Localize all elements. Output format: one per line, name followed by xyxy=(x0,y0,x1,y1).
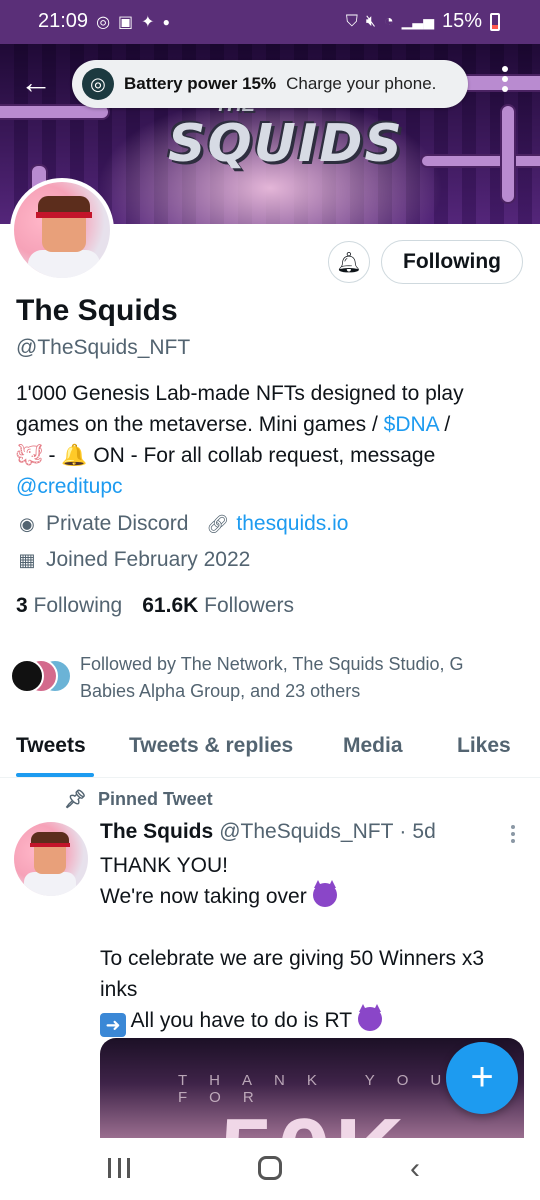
tweet-more-icon[interactable] xyxy=(506,822,520,848)
home-icon[interactable] xyxy=(258,1156,282,1180)
tweet-text: THANK YOU! We're now taking over To cele… xyxy=(100,850,530,1037)
notification-dot-icon: ● xyxy=(162,14,170,29)
profile-location: Private Discord xyxy=(46,512,189,535)
tab-likes[interactable]: Likes xyxy=(457,734,511,758)
bio-line-2: games on the metaverse. Mini games / xyxy=(16,413,384,436)
instagram-icon: ▣ xyxy=(118,13,134,31)
mention-link[interactable]: @creditupc xyxy=(16,475,123,498)
profile-joined: Joined February 2022 xyxy=(46,548,251,571)
profile-tabs: Tweets Tweets & replies Media Likes xyxy=(0,722,540,778)
tab-tweets-replies[interactable]: Tweets & replies xyxy=(129,734,293,758)
pin-icon: 📌︎ xyxy=(64,789,87,809)
devil-emoji-icon xyxy=(312,880,337,907)
twitter-icon: ✦ xyxy=(141,13,155,31)
tweet-line: inks xyxy=(100,978,138,1001)
whatsapp-icon: ◎ xyxy=(96,13,111,31)
battery-saver-icon: ◎ xyxy=(82,68,114,100)
bio-line-1: 1'000 Genesis Lab-made NFTs designed to … xyxy=(16,382,464,405)
calendar-icon: ▦ xyxy=(18,549,36,570)
followed-by-text: Followed by The Network, The Squids Stud… xyxy=(80,654,464,701)
tab-tweets[interactable]: Tweets xyxy=(16,734,86,758)
octopus-icon: 🐙︎ xyxy=(16,444,43,467)
more-options-icon[interactable] xyxy=(490,62,520,102)
tweet-header: The Squids @TheSquids_NFT · 5d xyxy=(100,820,436,844)
followers-you-know-avatars xyxy=(10,659,76,695)
bio-line-3: - 🔔 ON - For all collab request, message xyxy=(42,444,436,467)
battery-percent: 15% xyxy=(441,10,482,32)
mute-icon: 🔇︎ xyxy=(365,12,376,30)
tweet-separator: · xyxy=(399,820,407,843)
back-arrow-icon[interactable]: ← xyxy=(20,64,56,100)
battery-toast: ◎ Battery power 15% Charge your phone. xyxy=(72,60,468,108)
wifi-icon: ◔ xyxy=(383,12,394,30)
system-nav-bar: ‹ xyxy=(0,1138,540,1200)
compose-tweet-button[interactable]: + xyxy=(446,1042,518,1114)
bell-icon: 🔔︎ xyxy=(336,251,362,274)
profile-name: The Squids xyxy=(16,294,178,327)
profile-bio: 1'000 Genesis Lab-made NFTs designed to … xyxy=(16,378,516,502)
profile-joined-row: ▦ Joined February 2022 xyxy=(16,548,250,572)
tweet-line: All you have to do is RT xyxy=(126,1009,358,1032)
profile-website-link[interactable]: thesquids.io xyxy=(236,512,348,536)
tweet-line: We're now taking over xyxy=(100,885,313,908)
tweet-time[interactable]: 5d xyxy=(412,820,435,844)
cashtag-link[interactable]: $DNA xyxy=(384,413,439,436)
media-big-text: 50K xyxy=(220,1098,408,1138)
link-icon: 🔗︎ xyxy=(206,513,230,534)
status-time: 21:09 xyxy=(38,10,89,32)
active-tab-indicator xyxy=(16,773,94,777)
banner-logo: SQUIDS xyxy=(168,114,404,174)
right-arrow-emoji-icon: ➜ xyxy=(100,1013,126,1037)
back-nav-icon[interactable]: ‹ xyxy=(410,1152,420,1186)
tweet-line: THANK YOU! xyxy=(100,854,228,877)
notifications-bell-button[interactable]: 🔔︎ xyxy=(328,241,370,283)
tweet-author-avatar[interactable] xyxy=(14,822,88,896)
signal-icon: ▁▃▅ xyxy=(401,13,434,29)
toast-title: Battery power 15% xyxy=(124,74,277,93)
battery-icon xyxy=(490,12,500,31)
tweet-line: To celebrate we are giving 50 Winners x3 xyxy=(100,947,485,970)
location-pin-icon: ◉ xyxy=(19,513,35,534)
tweet-author-handle: @TheSquids_NFT xyxy=(219,820,394,843)
tweet-line xyxy=(100,912,530,943)
profile-handle: @TheSquids_NFT xyxy=(16,336,191,359)
followers-count-link[interactable]: 61.6K Followers xyxy=(142,594,294,618)
tab-media[interactable]: Media xyxy=(343,734,403,758)
following-count-link[interactable]: 3 Following xyxy=(16,594,122,618)
pinned-tweet-label: 📌︎ Pinned Tweet xyxy=(64,789,213,810)
status-bar: 21:09 ◎ ▣ ✦ ● ⛉ 🔇︎ ◔ ▁▃▅ 15% xyxy=(0,0,540,44)
following-button[interactable]: Following xyxy=(381,240,523,284)
recent-apps-icon[interactable] xyxy=(108,1158,130,1178)
bio-line-2-end: / xyxy=(438,413,451,436)
follow-counts: 3 Following 61.6K Followers xyxy=(16,594,294,618)
profile-avatar[interactable] xyxy=(10,178,114,282)
battery-saver-icon: ⛉ xyxy=(345,12,358,30)
pinned-label-text: Pinned Tweet xyxy=(98,789,213,809)
toast-message: Charge your phone. xyxy=(286,74,437,93)
followed-by-row[interactable]: Followed by The Network, The Squids Stud… xyxy=(10,651,500,705)
tweet-author-name[interactable]: The Squids xyxy=(100,820,213,844)
devil-emoji-icon xyxy=(357,1004,382,1031)
profile-meta: ◉ Private Discord 🔗︎ thesquids.io xyxy=(16,512,348,536)
